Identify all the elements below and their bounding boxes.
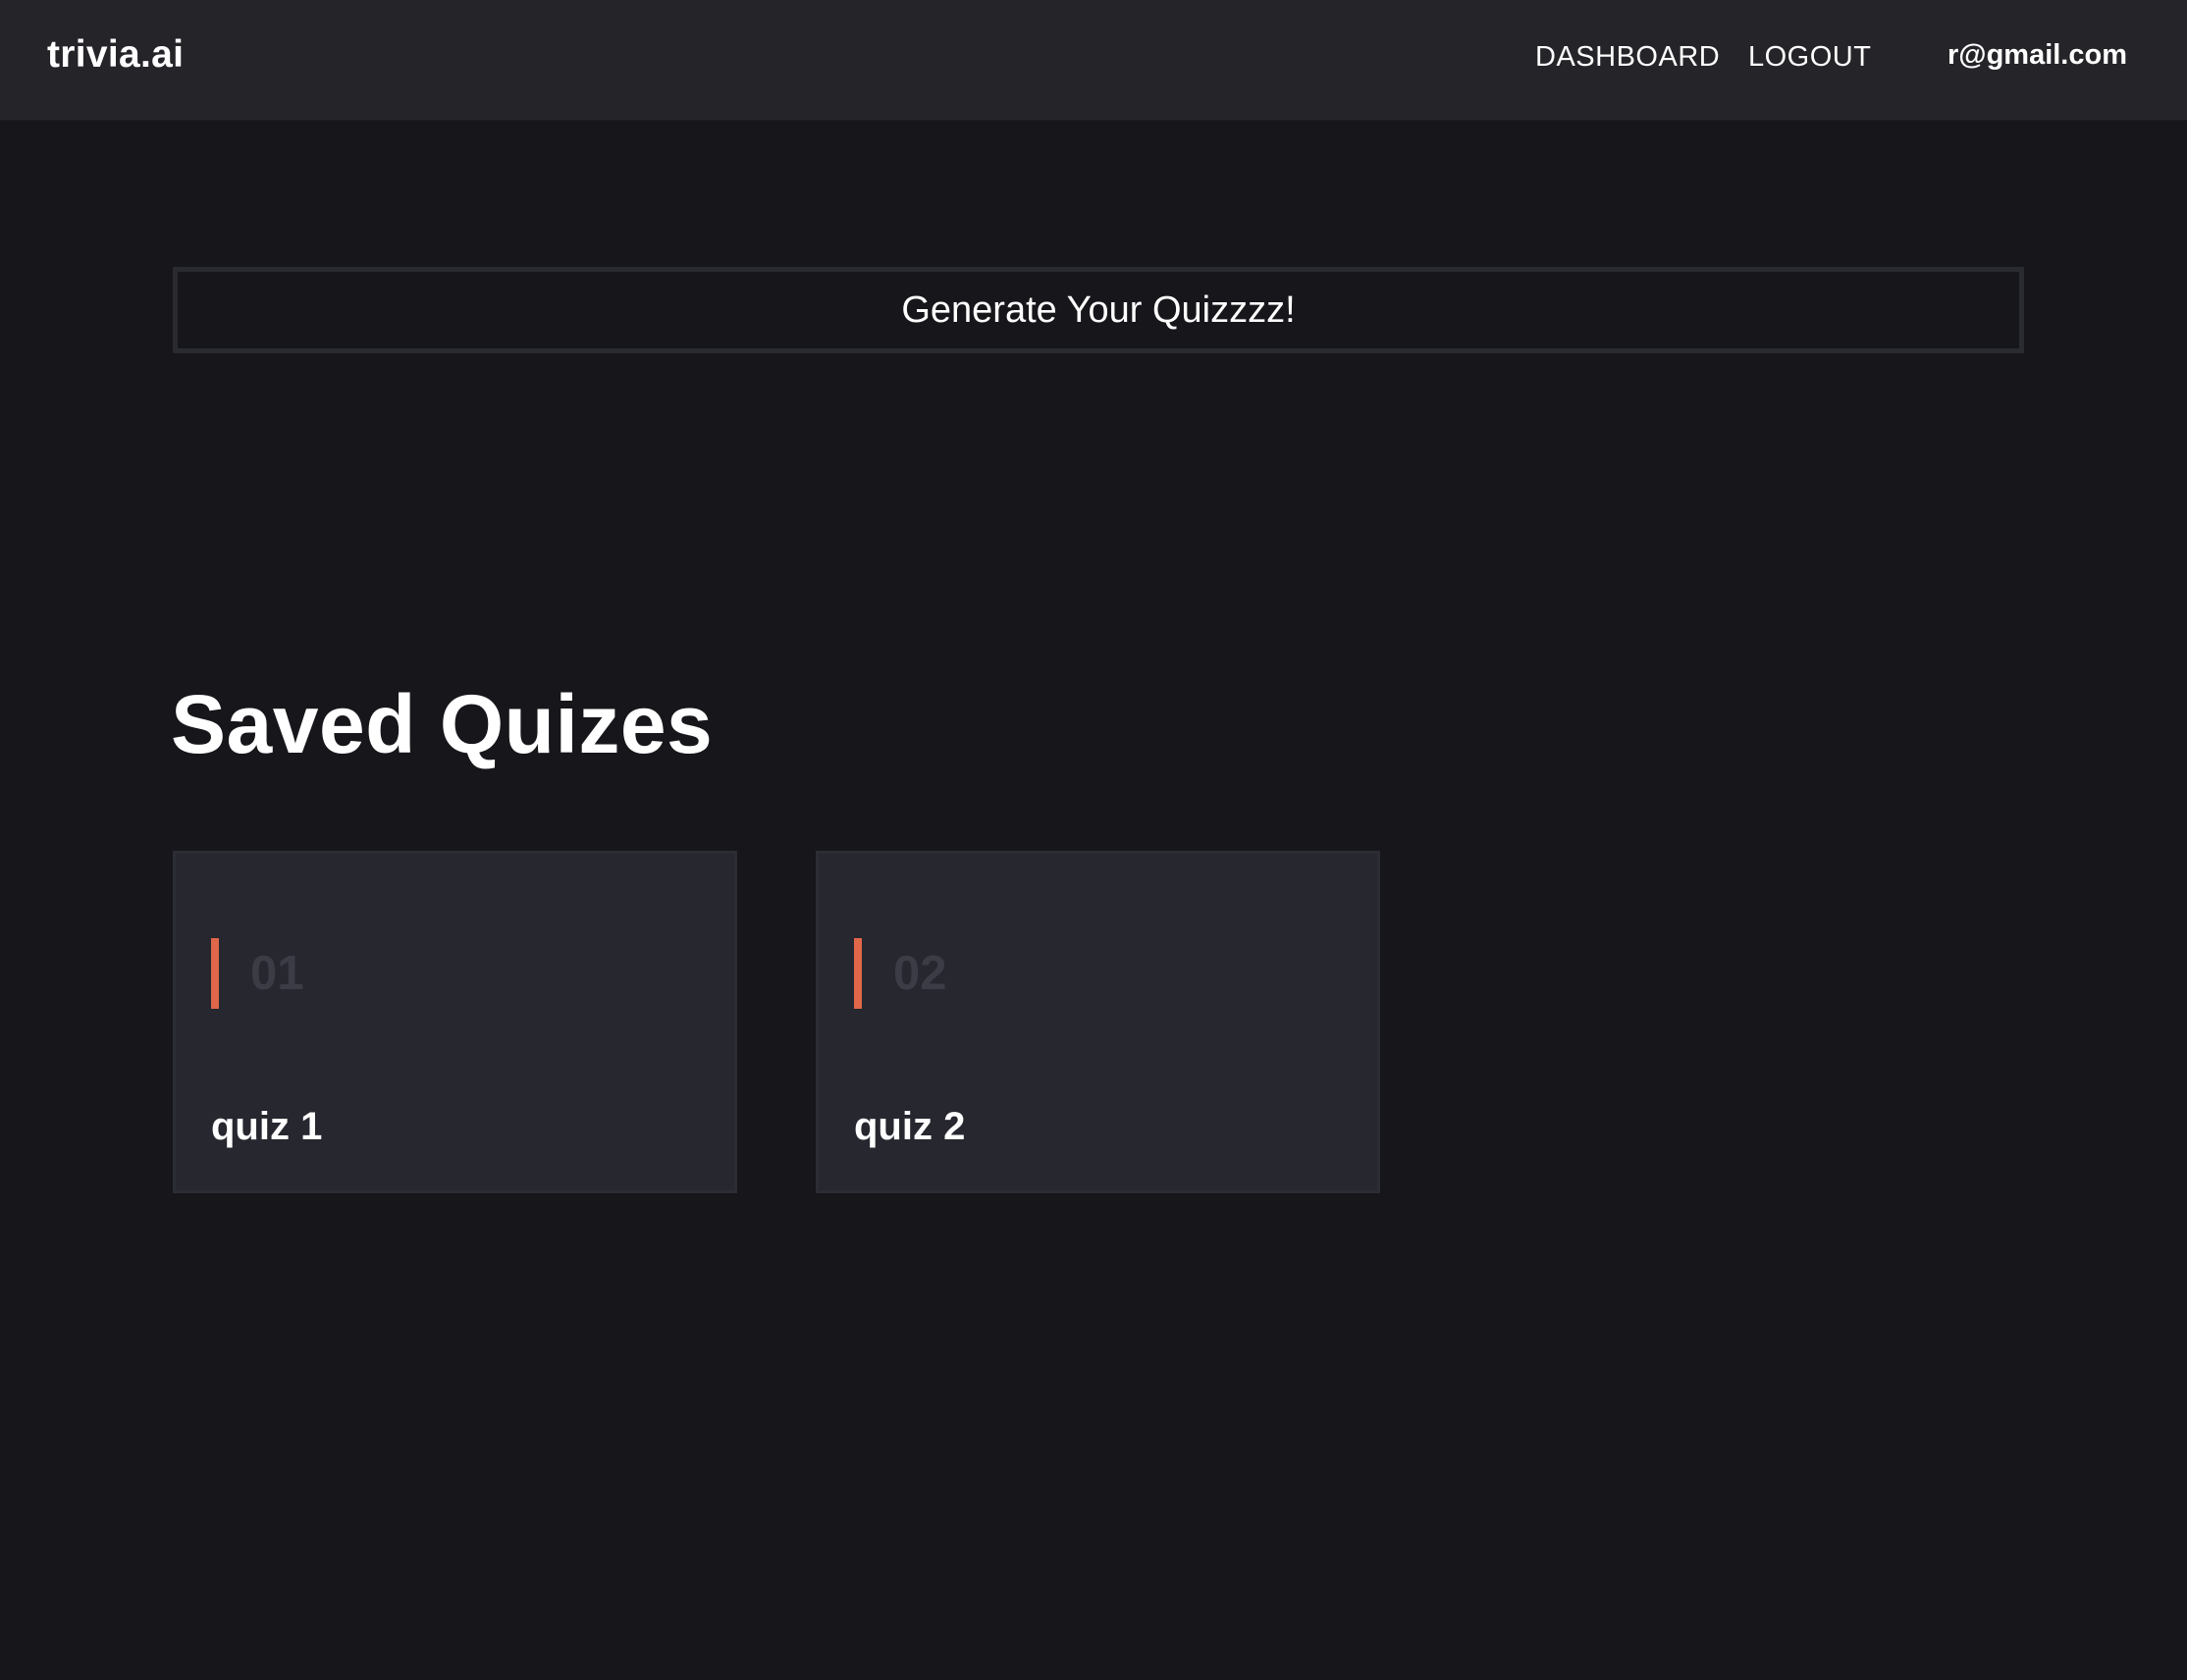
saved-quizzes-heading: Saved Quizes (171, 678, 714, 770)
card-accent-bar (211, 938, 219, 1009)
generate-quiz-button[interactable]: Generate Your Quizzzz! (173, 267, 2024, 353)
user-email: r@gmail.com (1947, 39, 2127, 71)
brand-logo[interactable]: trivia.ai (47, 33, 184, 77)
quiz-number: 02 (893, 947, 947, 1000)
card-accent-bar (854, 938, 862, 1009)
quiz-card[interactable]: 02 quiz 2 (816, 851, 1380, 1193)
quiz-number: 01 (250, 947, 304, 1000)
quiz-card[interactable]: 01 quiz 1 (173, 851, 737, 1193)
nav-logout-link[interactable]: LOGOUT (1748, 41, 1871, 74)
quiz-title: quiz 1 (211, 1105, 323, 1148)
quiz-title: quiz 2 (854, 1105, 966, 1148)
nav-dashboard-link[interactable]: DASHBOARD (1535, 41, 1720, 74)
top-navbar: trivia.ai DASHBOARD LOGOUT r@gmail.com (0, 0, 2187, 121)
